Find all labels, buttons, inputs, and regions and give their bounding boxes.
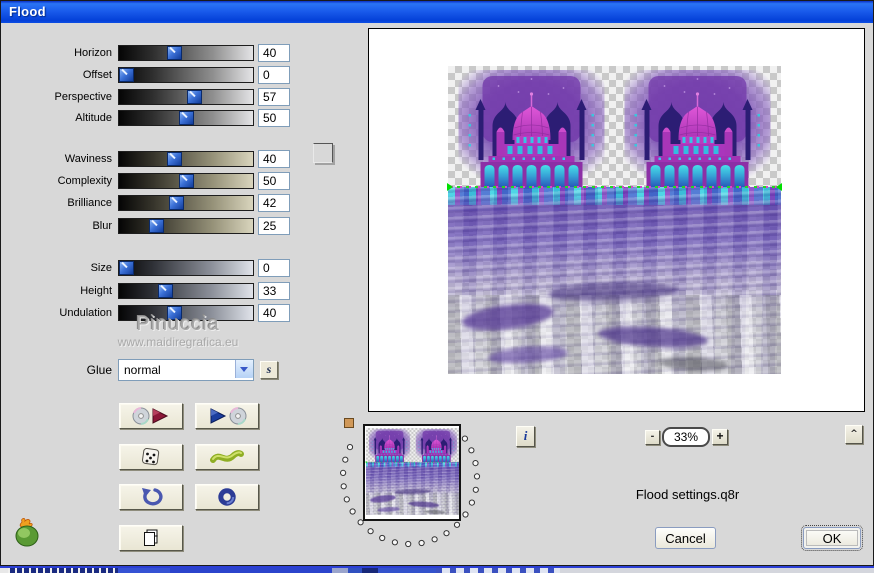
slider-label: Size <box>90 262 112 274</box>
zoom-out-button[interactable]: - <box>645 430 660 445</box>
slider-value-size[interactable] <box>258 259 290 277</box>
horizon-marker-line[interactable] <box>448 186 781 188</box>
info-icon[interactable]: i <box>516 426 535 447</box>
horizon-marker-line[interactable] <box>366 461 459 463</box>
wave-style-icon <box>210 450 244 463</box>
load-settings-button[interactable] <box>195 403 259 429</box>
dice-random-icon <box>141 447 160 466</box>
reset-button[interactable] <box>195 484 259 510</box>
slider-value-perspective[interactable] <box>258 88 290 106</box>
zoom-in-button[interactable]: + <box>712 429 728 445</box>
slider-label: Perspective <box>54 91 112 103</box>
glue-dropdown[interactable]: normal <box>118 359 254 381</box>
undo-button[interactable] <box>119 484 183 510</box>
dialog-window: Flood Horizon Offset Perspective Altitud… <box>0 0 874 566</box>
horizon-right-arrow-icon[interactable] <box>772 183 782 191</box>
slider-thumb[interactable] <box>119 68 134 82</box>
slider-label: Brilliance <box>67 197 112 209</box>
slider-track-complexity[interactable] <box>118 173 254 189</box>
watermark-url: www.maidiregrafica.eu <box>117 335 239 349</box>
slider-value-height[interactable] <box>258 282 290 300</box>
slider-value-complexity[interactable] <box>258 172 290 190</box>
slider-value-brilliance[interactable] <box>258 194 290 212</box>
window-title: Flood <box>9 4 46 19</box>
slider-track-offset[interactable] <box>118 67 254 83</box>
settings-filename: Flood settings.q8r <box>635 487 740 502</box>
cd-load-icon <box>210 407 247 425</box>
slider-label: Waviness <box>64 153 112 165</box>
slider-track-height[interactable] <box>118 283 254 299</box>
slider-value-offset[interactable] <box>258 66 290 84</box>
flaming-pear-logo <box>15 518 39 547</box>
slider-thumb[interactable] <box>178 111 194 125</box>
slider-label: Complexity <box>57 175 112 187</box>
slider-value-altitude[interactable] <box>258 109 290 127</box>
slider-label: Offset <box>82 69 112 81</box>
water-reflection <box>448 187 781 374</box>
title-bar[interactable]: Flood <box>1 1 873 23</box>
slider-label: Blur <box>92 220 112 232</box>
preview-panel <box>368 28 865 412</box>
preview-image[interactable] <box>365 428 459 515</box>
preview-image[interactable] <box>447 66 782 374</box>
preset-marker-square[interactable] <box>344 418 354 428</box>
ring-reset-icon <box>218 488 236 506</box>
slider-label: Height <box>80 285 112 297</box>
slider-thumb[interactable] <box>186 90 202 104</box>
horizon-left-arrow-icon[interactable] <box>447 183 457 191</box>
mosque-tile-right <box>415 428 458 463</box>
copy-button[interactable] <box>119 525 183 551</box>
glue-shuffle-icon[interactable]: s <box>260 361 278 379</box>
slider-track-altitude[interactable] <box>118 110 254 126</box>
slider-track-perspective[interactable] <box>118 89 254 105</box>
slider-track-blur[interactable] <box>118 218 254 234</box>
slider-label: Horizon <box>74 47 112 59</box>
thumbnail-image <box>365 428 459 519</box>
glue-selected-value: normal <box>124 363 161 377</box>
collapse-caret-button[interactable]: ^ <box>845 425 863 444</box>
taskbar-sliver <box>0 566 874 573</box>
slider-thumb[interactable] <box>178 174 194 188</box>
slider-thumb[interactable] <box>158 284 174 298</box>
slider-value-horizon[interactable] <box>258 44 290 62</box>
mosque-tile-left <box>457 69 606 187</box>
slider-thumb[interactable] <box>119 261 134 275</box>
chevron-down-icon[interactable] <box>235 360 253 378</box>
color-swatch[interactable] <box>313 143 333 163</box>
horizon-left-arrow-icon[interactable] <box>365 460 369 464</box>
water-reflection <box>366 462 459 515</box>
wave-style-button[interactable] <box>195 444 259 470</box>
slider-track-horizon[interactable] <box>118 45 254 61</box>
preset-thumbnail[interactable] <box>363 424 461 521</box>
slider-track-size[interactable] <box>118 260 254 276</box>
zoom-level: 33% <box>662 427 710 447</box>
slider-thumb[interactable] <box>148 219 164 233</box>
flood-plugin-dialog: Flood Horizon Offset Perspective Altitud… <box>0 0 874 573</box>
watermark-name: Pinuccia <box>136 313 220 335</box>
slider-track-brilliance[interactable] <box>118 195 254 211</box>
glue-label: Glue <box>86 363 112 377</box>
mosque-tile-right <box>623 69 772 187</box>
copy-pages-icon <box>144 529 158 546</box>
randomize-button[interactable] <box>119 444 183 470</box>
slider-value-waviness[interactable] <box>258 150 290 168</box>
horizon-right-arrow-icon[interactable] <box>457 460 459 464</box>
mosque-tile-left <box>368 428 411 463</box>
slider-thumb[interactable] <box>166 152 182 166</box>
slider-value-blur[interactable] <box>258 217 290 235</box>
ok-button[interactable]: OK <box>801 525 863 551</box>
slider-label: Altitude <box>75 112 112 124</box>
cd-save-icon <box>132 407 169 425</box>
undo-icon <box>142 488 163 506</box>
slider-track-waviness[interactable] <box>118 151 254 167</box>
slider-thumb[interactable] <box>168 196 184 210</box>
cancel-button[interactable]: Cancel <box>655 527 716 549</box>
slider-thumb[interactable] <box>166 46 182 60</box>
save-settings-button[interactable] <box>119 403 183 429</box>
